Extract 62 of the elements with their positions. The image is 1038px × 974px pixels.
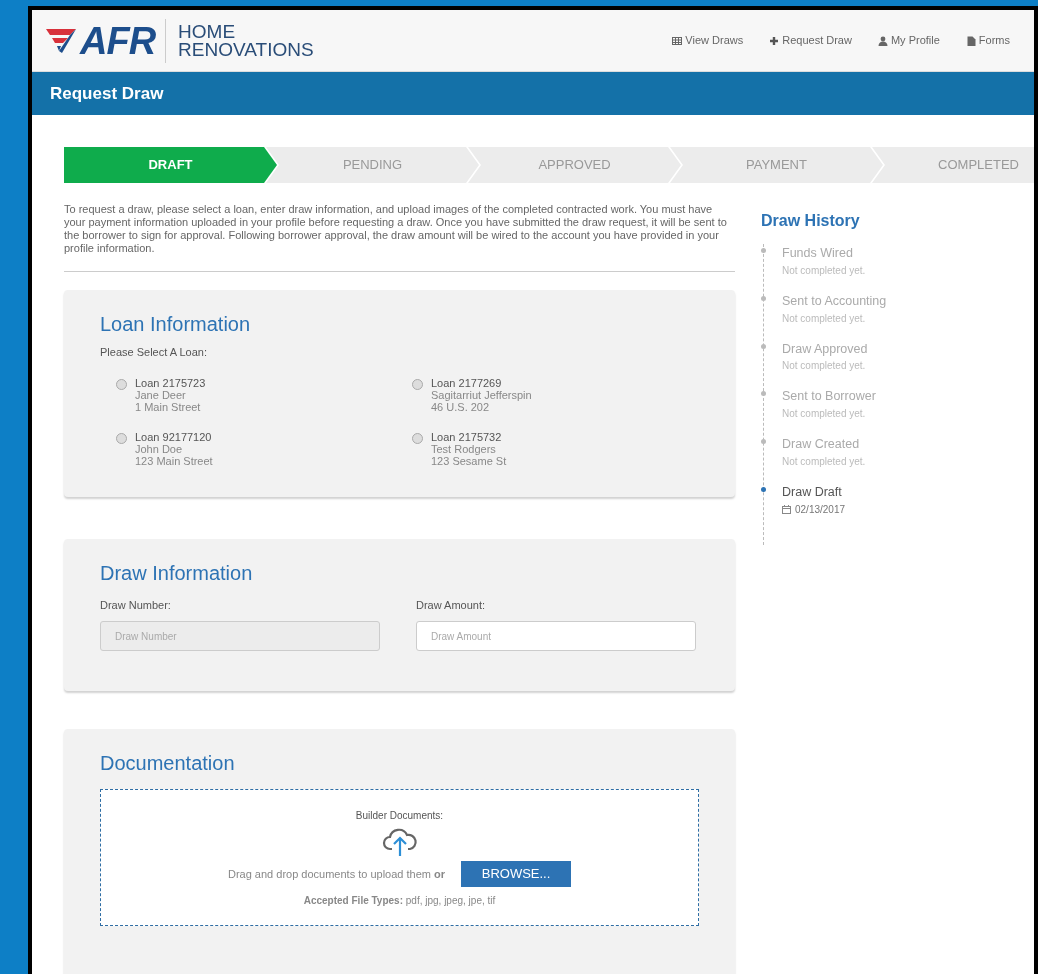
event-detail: Not completed yet. [782, 263, 866, 278]
upload-label: Builder Documents: [354, 808, 445, 823]
field-label: Please Select A Loan: [100, 345, 209, 360]
logo-wordmark: AFR [80, 21, 156, 60]
event-title: Sent to Accounting [782, 292, 887, 310]
nav-link[interactable]: Request Draw [769, 32, 852, 49]
loan-address: 123 Main Street [135, 454, 213, 467]
event-title: Draw Approved [782, 340, 869, 358]
progress-step: COMPLETED [872, 147, 1034, 183]
radio-button[interactable] [412, 432, 423, 444]
intro-paragraph: To request a draw, please select a loan, enter draw information, and upload images of the completed contracted work. You must have your payment information uploaded in your profile before requesting a draw. Once you have submitted the draw request, it will be sent to the borrower to sign for approval. Following borrower approval, the draw amount will be wired to the account you have provided in your profile information. [64, 203, 735, 272]
sidebar-title: Draw History [761, 211, 861, 231]
event-detail: Not completed yet. [782, 359, 866, 374]
progress-step: PENDING [266, 147, 479, 183]
loan-number: Loan 2175732 [431, 430, 503, 443]
progress-step: DRAFT [64, 147, 277, 183]
logo-text: HOME [178, 22, 237, 41]
user-icon [877, 35, 888, 46]
borrower-name: Test Rodgers [431, 442, 497, 455]
loan-address: 123 Sesame St [431, 454, 507, 467]
event-title: Funds Wired [782, 245, 854, 263]
radio-button[interactable] [116, 378, 127, 390]
radio-button[interactable] [116, 432, 127, 444]
drop-zone[interactable]: Builder Documents: Drag and drop documents to upload them or BROWSE... Accepted File Types: pdf, jpg, jpeg, jpe, tif [100, 788, 699, 926]
event-detail: Not completed yet. [782, 407, 866, 422]
logo-text: RENOVATIONS [178, 40, 314, 59]
page-title: Request Draw [32, 72, 1034, 115]
field-label: Draw Number: [100, 597, 172, 613]
progress-step: APPROVED [468, 147, 681, 183]
section-title: Loan Information [100, 312, 252, 336]
loan-number: Loan 2175723 [135, 376, 206, 389]
section-title: Draw Information [100, 560, 254, 585]
drop-instructions: Drag and drop documents to upload them or [227, 867, 446, 880]
radio-button[interactable] [412, 378, 423, 390]
accepted-file-types: Accepted File Types: pdf, jpg, jpeg, jpe, tif [302, 894, 497, 907]
loan-address: 46 U.S. 202 [431, 400, 490, 413]
table-icon [672, 35, 683, 46]
progress-step: PAYMENT [670, 147, 883, 183]
cloud-upload-icon [381, 826, 418, 857]
logo-icon [46, 28, 76, 53]
input-field[interactable]: Draw Amount [416, 621, 696, 651]
nav-link[interactable]: Forms [965, 32, 1010, 49]
file-icon [965, 35, 976, 46]
calendar-icon [782, 504, 791, 514]
plus-icon [769, 35, 780, 46]
section-title: Documentation [100, 750, 236, 775]
nav-link[interactable]: View Draws [672, 32, 744, 49]
field-label: Draw Amount: [416, 597, 487, 613]
event-title: Sent to Borrower [782, 388, 877, 406]
loan-address: 1 Main Street [135, 400, 202, 413]
event-title: Draw Created [782, 436, 861, 454]
browse-button[interactable]: BROWSE... [461, 860, 572, 887]
event-detail: 02/13/2017 [795, 502, 846, 517]
loan-number: Loan 2177269 [431, 376, 503, 389]
loan-number: Loan 92177120 [135, 430, 213, 443]
borrower-name: Jane Deer [135, 388, 187, 401]
nav-link[interactable]: My Profile [877, 32, 940, 49]
event-detail: Not completed yet. [782, 454, 866, 469]
borrower-name: John Doe [135, 442, 184, 455]
event-detail: Not completed yet. [782, 311, 866, 326]
borrower-name: Sagitarriut Jefferspin [431, 388, 532, 401]
event-title: Draw Draft [782, 483, 843, 501]
